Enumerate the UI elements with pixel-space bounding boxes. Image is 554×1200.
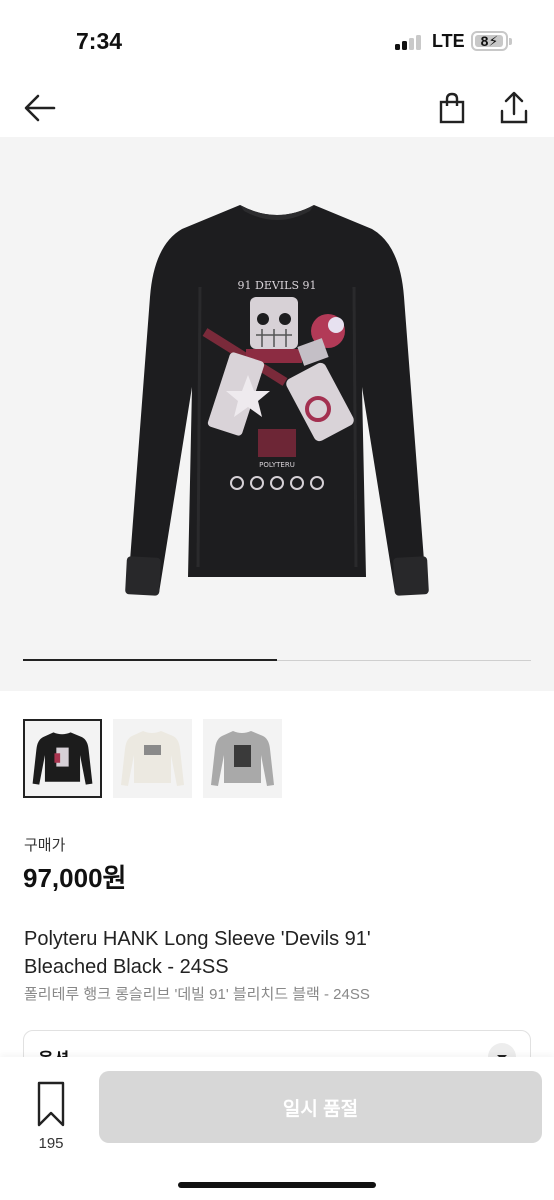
product-title-korean: 폴리테루 행크 롱슬리브 '데빌 91' 블리치드 블랙 - 24SS — [24, 986, 370, 1003]
signal-icon — [395, 34, 425, 50]
bottom-action-bar: 195 일시 품절 — [0, 1057, 554, 1200]
product-image: 91 DEVILS 91 POLYTERU — [125, 205, 429, 596]
home-indicator — [178, 1182, 376, 1188]
print-text-top: 91 DEVILS 91 — [238, 279, 317, 292]
charging-bolt-icon: ⚡︎ — [488, 33, 499, 49]
thumbnail-gray[interactable] — [203, 719, 282, 798]
product-title-line1: Polyteru HANK Long Sleeve 'Devils 91' — [24, 928, 371, 950]
carousel-progress-indicator — [23, 659, 277, 661]
price-label: 구매가 — [24, 837, 66, 854]
sold-out-button[interactable]: 일시 품절 — [99, 1071, 542, 1143]
battery-icon: 8⚡︎ — [471, 31, 508, 51]
battery-cap — [509, 38, 512, 45]
wishlist-count: 195 — [38, 1135, 64, 1152]
shopping-bag-icon[interactable] — [432, 88, 472, 128]
network-label: LTE — [432, 31, 465, 51]
print-text-band: POLYTERU — [259, 461, 295, 469]
status-time: 7:34 — [76, 28, 123, 54]
wishlist-button[interactable]: 195 — [26, 1079, 76, 1152]
carousel-progress-track — [23, 659, 531, 661]
product-title-line2: Bleached Black - 24SS — [24, 956, 229, 978]
arrow-left-icon[interactable] — [20, 88, 60, 128]
status-bar: 7:34 LTE 8⚡︎ — [0, 0, 554, 80]
share-icon[interactable] — [494, 88, 534, 128]
product-image-carousel[interactable]: 91 DEVILS 91 POLYTERU — [0, 137, 554, 691]
thumbnail-cream[interactable] — [113, 719, 192, 798]
nav-bar — [0, 80, 554, 136]
thumbnail-black[interactable] — [23, 719, 102, 798]
product-title: Polyteru HANK Long Sleeve 'Devils 91' Bl… — [24, 925, 524, 981]
price-value: 97,000원 — [23, 863, 127, 893]
bookmark-icon — [37, 1081, 65, 1127]
